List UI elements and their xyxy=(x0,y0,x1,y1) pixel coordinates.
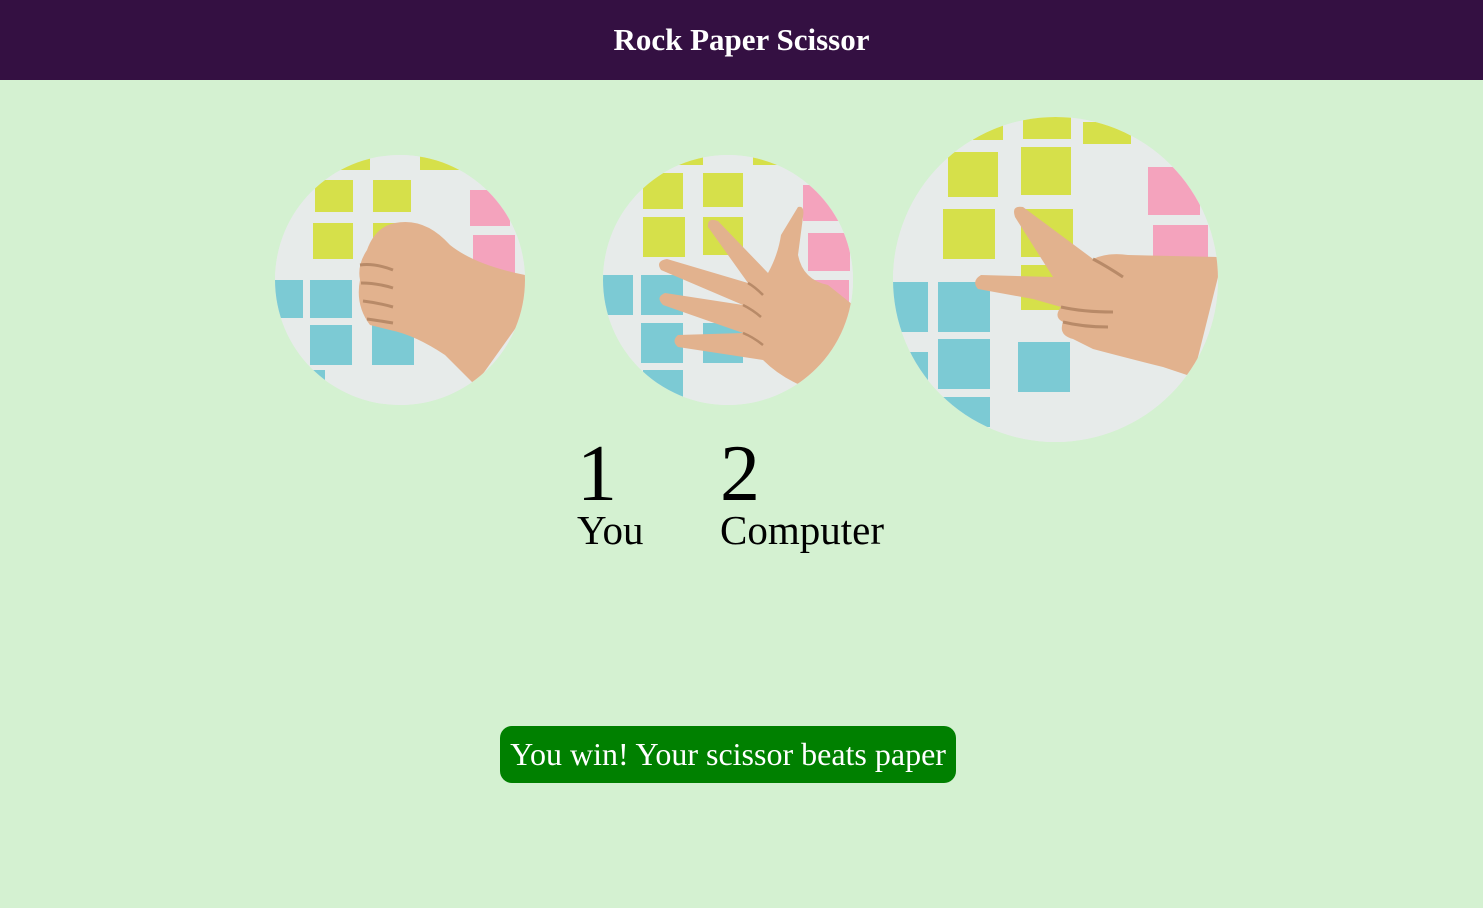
computer-score: 2 Computer xyxy=(720,434,884,554)
user-score-label: You xyxy=(577,507,644,553)
computer-score-label: Computer xyxy=(720,507,884,553)
result-message: You win! Your scissor beats paper xyxy=(500,726,956,783)
computer-score-value: 2 xyxy=(720,430,760,518)
app-header: Rock Paper Scissor xyxy=(0,0,1483,80)
user-score: 1 You xyxy=(577,434,644,554)
user-score-value: 1 xyxy=(577,430,617,518)
app-title: Rock Paper Scissor xyxy=(613,22,870,57)
scissor-choice[interactable] xyxy=(893,117,1218,442)
rock-fist-icon xyxy=(275,155,525,405)
rock-choice[interactable] xyxy=(275,155,525,405)
paper-choice[interactable] xyxy=(603,155,853,405)
paper-open-hand-icon xyxy=(603,155,853,405)
scissor-v-hand-icon xyxy=(893,117,1218,442)
